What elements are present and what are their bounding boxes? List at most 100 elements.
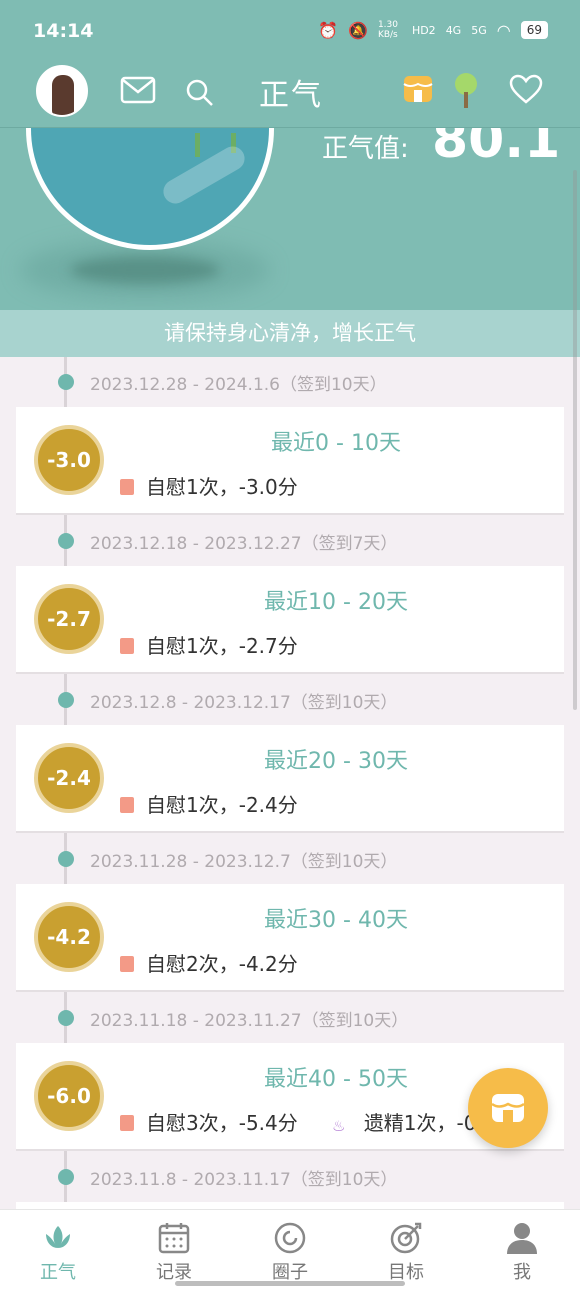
stat-text: 自慰2次，-4.2分 bbox=[146, 952, 298, 976]
period-header: 2023.11.28 - 2023.12.7（签到10天） bbox=[0, 834, 580, 884]
timeline-dot bbox=[58, 533, 74, 549]
zhengqi-value: 80.1 bbox=[432, 128, 561, 170]
bowl-highlight bbox=[159, 142, 249, 208]
nav-item-zhengqi[interactable]: 正气 bbox=[0, 1210, 116, 1289]
status-bar: 14:14 ⏰ 🔕 1.30 KB/s HD2 4G 5G ◠ 69 bbox=[0, 0, 580, 60]
signal-4g: 4G bbox=[445, 23, 462, 37]
stat-item: 自慰1次，-2.4分 bbox=[120, 789, 298, 818]
period-date: 2023.12.8 - 2023.12.17（签到10天） bbox=[90, 693, 398, 713]
period-card[interactable]: -2.4 最近20 - 30天 自慰1次，-2.4分 bbox=[16, 725, 564, 833]
score-coin: -6.0 bbox=[34, 1061, 104, 1131]
stat-item: 自慰3次，-5.4分 bbox=[120, 1107, 298, 1136]
score-coin: -2.4 bbox=[34, 743, 104, 813]
tissue-icon bbox=[120, 956, 134, 972]
card-title: 最近10 - 20天 bbox=[264, 590, 408, 615]
card-title: 最近30 - 40天 bbox=[264, 908, 408, 933]
timeline-period: 2023.11.28 - 2023.12.7（签到10天） -4.2 最近30 … bbox=[0, 834, 580, 992]
period-date: 2023.11.8 - 2023.11.17（签到10天） bbox=[90, 1170, 398, 1190]
nav-label: 我 bbox=[513, 1262, 531, 1283]
score-coin: -4.2 bbox=[34, 902, 104, 972]
period-date: 2023.12.28 - 2024.1.6（签到10天） bbox=[90, 375, 387, 395]
period-date: 2023.11.18 - 2023.11.27（签到10天） bbox=[90, 1011, 409, 1031]
timeline-period: 2023.11.8 - 2023.11.17（签到10天） bbox=[0, 1152, 580, 1209]
stat-text: 自慰1次，-2.7分 bbox=[146, 634, 298, 658]
battery-icon: 69 bbox=[520, 21, 548, 39]
score-coin: -2.7 bbox=[34, 584, 104, 654]
bottom-nav: 正气 记录 圈子 目标 我 bbox=[0, 1209, 580, 1289]
heart-icon[interactable] bbox=[509, 74, 543, 104]
timeline-dot bbox=[58, 692, 74, 708]
nav-item-circle[interactable]: 圈子 bbox=[232, 1210, 348, 1289]
timeline-period: 2023.12.28 - 2024.1.6（签到10天） -3.0 最近0 - … bbox=[0, 357, 580, 515]
alarm-icon: ⏰ bbox=[318, 20, 339, 40]
tree-icon[interactable] bbox=[452, 72, 480, 110]
stat-item: 自慰1次，-2.7分 bbox=[120, 630, 298, 659]
period-header: 2023.12.28 - 2024.1.6（签到10天） bbox=[0, 357, 580, 407]
hd-badge: HD2 bbox=[411, 23, 436, 37]
nav-item-me[interactable]: 我 bbox=[464, 1210, 580, 1289]
net-speed: 1.30 KB/s bbox=[377, 20, 398, 40]
timeline-period: 2023.12.8 - 2023.12.17（签到10天） -2.4 最近20 … bbox=[0, 675, 580, 833]
tissue-icon bbox=[120, 638, 134, 654]
period-header: 2023.11.8 - 2023.11.17（签到10天） bbox=[0, 1152, 580, 1202]
period-date: 2023.11.28 - 2023.12.7（签到10天） bbox=[90, 852, 398, 872]
period-card[interactable]: -3.0 最近0 - 10天 自慰1次，-3.0分 bbox=[16, 407, 564, 515]
mail-icon[interactable] bbox=[120, 76, 156, 104]
search-icon[interactable] bbox=[185, 78, 215, 108]
period-date: 2023.12.18 - 2023.12.27（签到7天） bbox=[90, 534, 398, 554]
period-header: 2023.11.18 - 2023.11.27（签到10天） bbox=[0, 993, 580, 1043]
page-title: 正气 bbox=[259, 78, 323, 113]
nav-item-records[interactable]: 记录 bbox=[116, 1210, 232, 1289]
nav-label: 正气 bbox=[40, 1262, 76, 1283]
period-card[interactable] bbox=[16, 1202, 564, 1209]
home-indicator[interactable] bbox=[175, 1281, 405, 1286]
store-icon[interactable] bbox=[402, 72, 434, 104]
stat-text: 自慰1次，-2.4分 bbox=[146, 793, 298, 817]
period-card[interactable]: -4.2 最近30 - 40天 自慰2次，-4.2分 bbox=[16, 884, 564, 992]
nav-item-target[interactable]: 目标 bbox=[348, 1210, 464, 1289]
timeline-dot bbox=[58, 851, 74, 867]
status-time: 14:14 bbox=[33, 20, 94, 42]
store-icon bbox=[491, 1094, 525, 1122]
timeline-period: 2023.12.18 - 2023.12.27（签到7天） -2.7 最近10 … bbox=[0, 516, 580, 674]
app-header: 正气 bbox=[0, 60, 580, 128]
scrollbar[interactable] bbox=[573, 170, 577, 710]
card-title: 最近20 - 30天 bbox=[264, 749, 408, 774]
user-icon bbox=[507, 1223, 537, 1254]
lotus-icon bbox=[46, 1226, 70, 1248]
status-icons: ⏰ 🔕 1.30 KB/s HD2 4G 5G ◠ 69 bbox=[318, 20, 548, 40]
bowl-shadow bbox=[70, 256, 220, 284]
emission-icon: ♨ bbox=[332, 1117, 346, 1135]
motto-banner: 请保持身心清净，增长正气 bbox=[0, 310, 580, 357]
store-fab-button[interactable] bbox=[468, 1068, 548, 1148]
tissue-icon bbox=[120, 1115, 134, 1131]
signal-5g: 5G bbox=[471, 23, 487, 37]
avatar[interactable] bbox=[36, 65, 88, 117]
card-title: 最近0 - 10天 bbox=[271, 431, 401, 456]
period-header: 2023.12.18 - 2023.12.27（签到7天） bbox=[0, 516, 580, 566]
stat-item: 自慰2次，-4.2分 bbox=[120, 948, 298, 977]
stat-text: 自慰3次，-5.4分 bbox=[146, 1111, 298, 1135]
timeline-dot bbox=[58, 1169, 74, 1185]
stat-text: 自慰1次，-3.0分 bbox=[146, 475, 298, 499]
circle-icon bbox=[274, 1222, 306, 1254]
tissue-icon bbox=[120, 797, 134, 813]
plant-stem bbox=[195, 133, 200, 157]
water-bowl-image bbox=[26, 128, 274, 250]
mute-icon: 🔕 bbox=[348, 20, 368, 40]
calendar-icon bbox=[158, 1223, 190, 1254]
card-title: 最近40 - 50天 bbox=[264, 1067, 408, 1092]
tissue-icon bbox=[120, 479, 134, 495]
timeline-dot bbox=[58, 1010, 74, 1026]
score-coin: -3.0 bbox=[34, 425, 104, 495]
timeline-dot bbox=[58, 374, 74, 390]
stat-text: 遗精1次，-0 bbox=[363, 1111, 477, 1135]
zhengqi-label: 正气值: bbox=[322, 134, 409, 164]
wifi-icon: ◠ bbox=[496, 20, 511, 40]
avatar-figure bbox=[52, 75, 74, 115]
period-header: 2023.12.8 - 2023.12.17（签到10天） bbox=[0, 675, 580, 725]
period-card[interactable]: -2.7 最近10 - 20天 自慰1次，-2.7分 bbox=[16, 566, 564, 674]
hero-section: 正气值: 80.1 bbox=[0, 128, 580, 310]
target-icon bbox=[390, 1222, 422, 1254]
stat-item: 自慰1次，-3.0分 bbox=[120, 471, 298, 500]
